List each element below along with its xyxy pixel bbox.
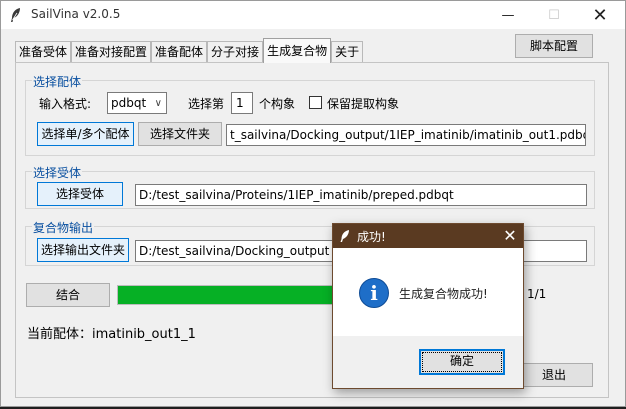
ligand-group-title: 选择配体 [32, 73, 83, 90]
title-bar[interactable]: SailVina v2.0.5 — ☐ ✕ [1, 1, 625, 29]
close-button[interactable]: ✕ [577, 1, 623, 29]
dialog-title: 成功! [357, 230, 386, 244]
select-nth-label: 选择第 [188, 97, 225, 111]
select-folder-button[interactable]: 选择文件夹 [138, 122, 222, 146]
input-format-combo[interactable]: pdbqt ∨ [107, 92, 167, 114]
keep-extract-checkbox[interactable] [309, 96, 322, 109]
exit-button[interactable]: 退出 [515, 363, 593, 387]
dialog-close-button[interactable]: ✕ [497, 225, 523, 247]
dialog-ok-button[interactable]: 确定 [419, 349, 505, 375]
progress-label: 1/1 [527, 287, 547, 301]
input-format-value: pdbqt [111, 96, 147, 110]
chevron-down-icon: ∨ [154, 98, 162, 109]
minimize-button[interactable]: — [485, 1, 531, 29]
select-output-folder-button[interactable]: 选择输出文件夹 [37, 238, 129, 262]
tab-generate-complex[interactable]: 生成复合物 [263, 38, 332, 63]
dialog-message: 生成复合物成功! [399, 287, 488, 301]
feather-icon [340, 230, 349, 242]
select-ligands-button[interactable]: 选择单/多个配体 [37, 122, 134, 146]
conformation-label: 个构象 [259, 97, 296, 111]
dialog-body: i 生成复合物成功! [333, 248, 523, 336]
receptor-path-field[interactable]: D:/test_sailvina/Proteins/1IEP_imatinib/… [135, 184, 587, 206]
tab-prepare-ligand[interactable]: 准备配体 [151, 41, 208, 63]
input-format-label: 输入格式: [39, 97, 92, 111]
success-dialog: 成功! ✕ i 生成复合物成功! 确定 [332, 223, 524, 389]
tab-molecular-docking[interactable]: 分子对接 [207, 41, 264, 63]
script-config-button[interactable]: 脚本配置 [515, 34, 593, 58]
tab-bar: 准备受体 准备对接配置 准备配体 分子对接 生成复合物 关于 [15, 38, 364, 63]
focus-ring [422, 352, 502, 372]
tab-prepare-docking-config[interactable]: 准备对接配置 [71, 41, 152, 63]
receptor-group-title: 选择受体 [32, 164, 83, 181]
tab-about[interactable]: 关于 [331, 41, 364, 63]
ligand-path-field[interactable]: t_sailvina/Docking_output/1IEP_imatinib/… [226, 124, 586, 146]
tab-prepare-receptor[interactable]: 准备受体 [15, 41, 72, 63]
keep-extract-label: 保留提取构象 [327, 97, 400, 111]
output-group-title: 复合物输出 [32, 219, 95, 236]
feather-icon [11, 8, 20, 22]
combine-button[interactable]: 结合 [26, 283, 110, 307]
info-icon: i [359, 278, 389, 308]
dialog-title-bar[interactable]: 成功! ✕ [333, 224, 523, 248]
conformation-index-input[interactable]: 1 [231, 92, 253, 114]
select-receptor-button[interactable]: 选择受体 [37, 182, 123, 206]
current-ligand-label: 当前配体：imatinib_out1_1 [27, 327, 196, 342]
window-title: SailVina v2.0.5 [31, 7, 121, 21]
maximize-button[interactable]: ☐ [531, 1, 577, 29]
main-window: SailVina v2.0.5 — ☐ ✕ 准备受体 准备对接配置 准备配体 分… [0, 0, 626, 407]
